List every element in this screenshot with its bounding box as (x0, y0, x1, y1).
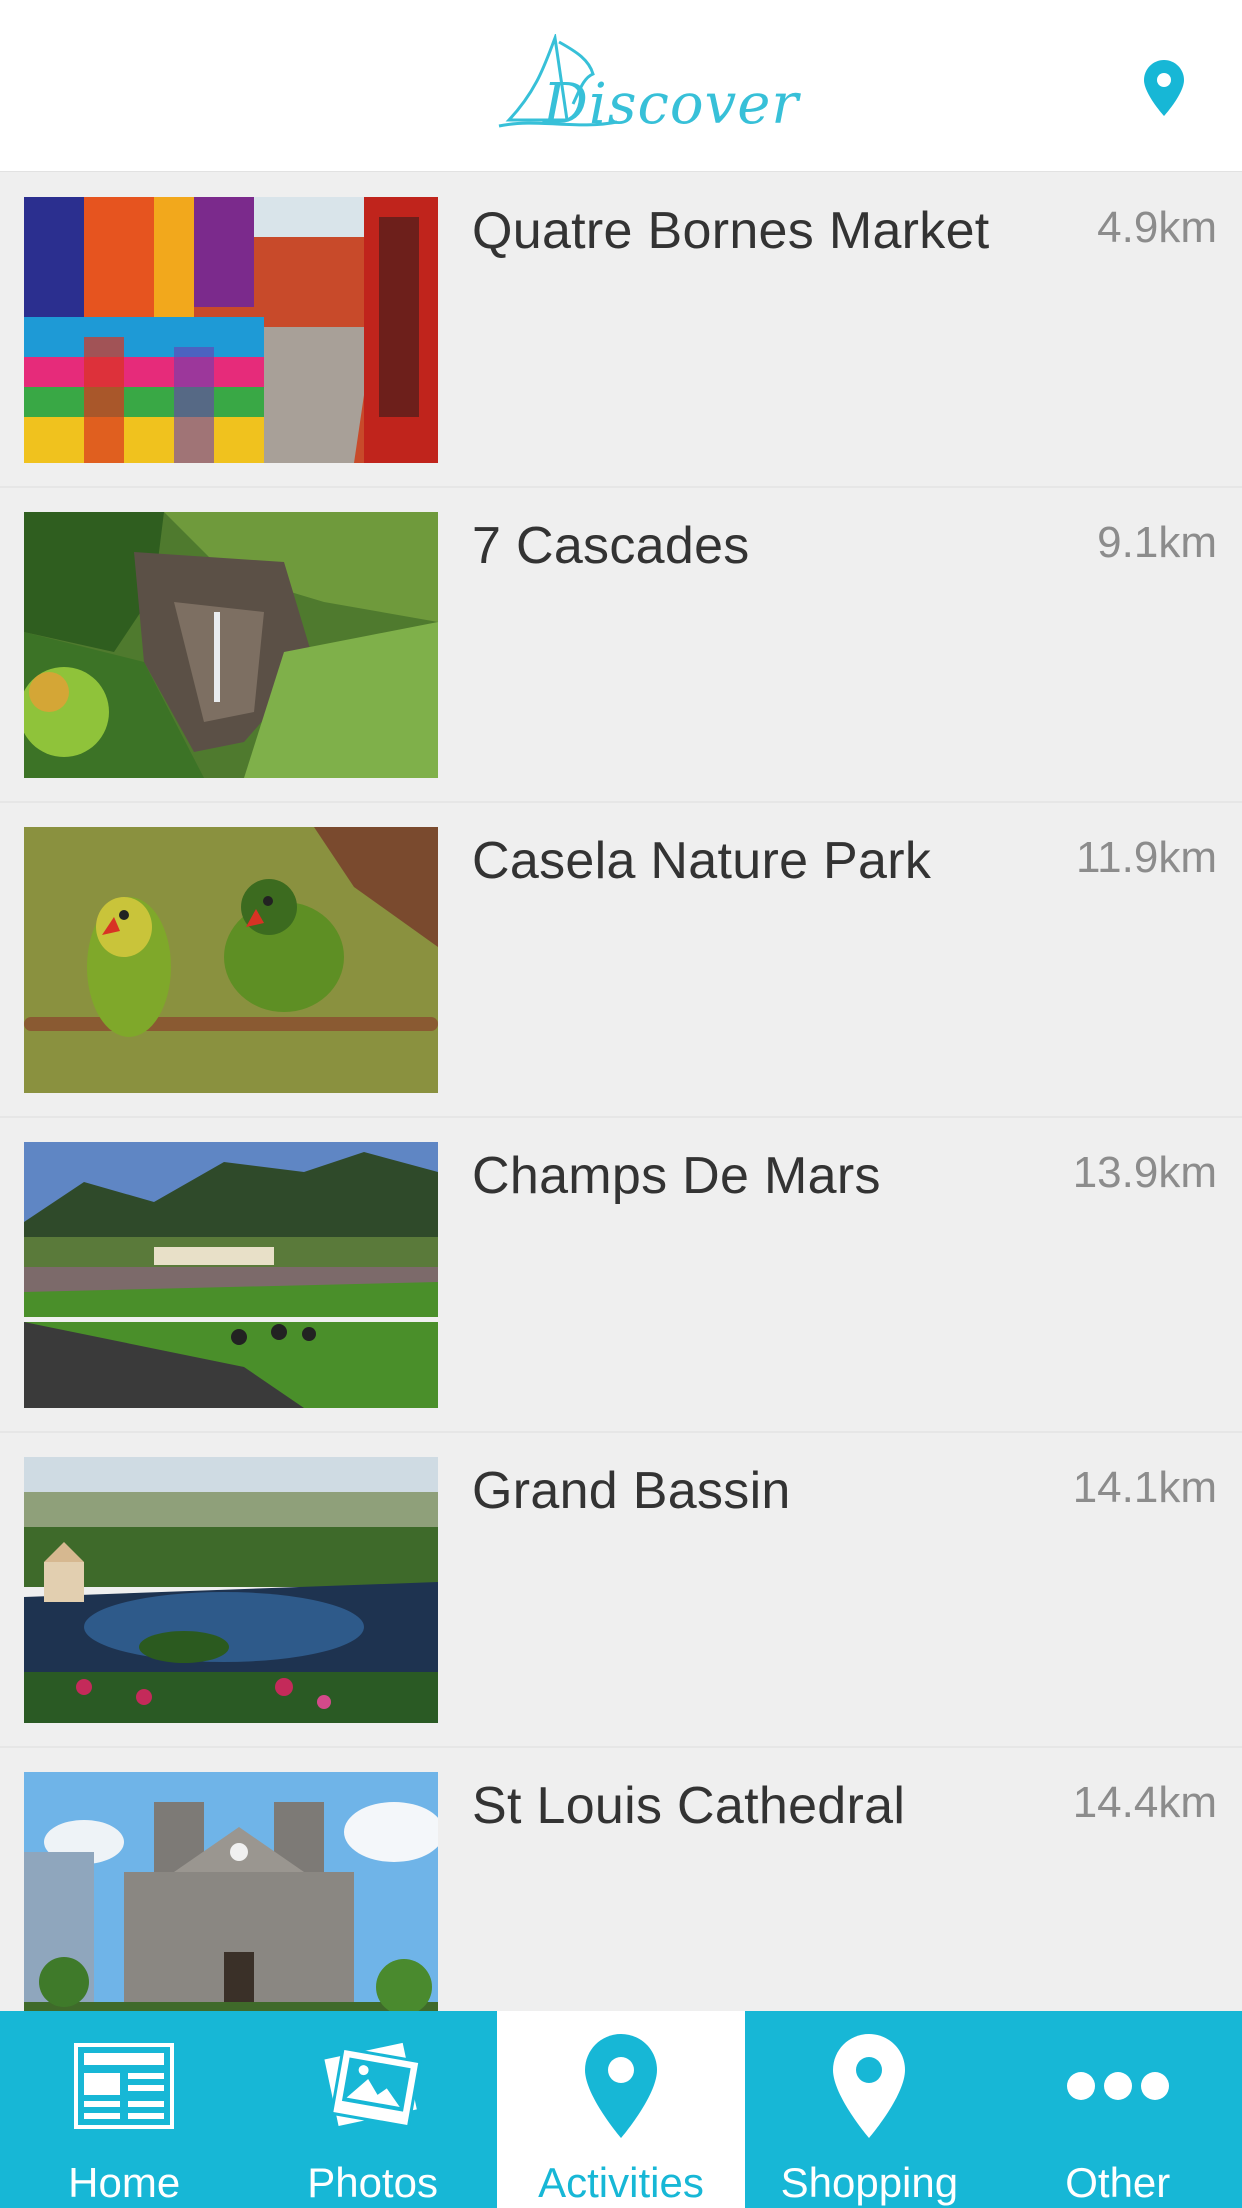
location-pin-icon (814, 2031, 924, 2141)
location-pin-icon (1144, 60, 1184, 116)
place-photo (24, 1457, 438, 1723)
tab-label: Photos (307, 2159, 438, 2206)
places-list: Quatre Bornes Market 4.9km 7 Cascades 9.… (0, 173, 1242, 2011)
place-photo (24, 827, 438, 1093)
place-distance: 13.9km (1072, 1148, 1217, 1197)
tab-photos[interactable]: Photos (248, 2011, 496, 2208)
tab-label: Other (1065, 2159, 1171, 2206)
place-distance: 4.9km (1097, 203, 1217, 252)
place-photo (24, 512, 438, 778)
place-distance: 14.4km (1072, 1778, 1217, 1827)
place-name: Grand Bassin (472, 1462, 791, 1520)
list-item[interactable]: Champs De Mars 13.9km (0, 1118, 1242, 1433)
place-name: Champs De Mars (472, 1147, 881, 1205)
place-name: 7 Cascades (472, 517, 750, 575)
tab-label: Home (68, 2159, 181, 2206)
place-photo (24, 1772, 438, 2011)
place-name: Casela Nature Park (472, 832, 932, 890)
place-photo (24, 197, 438, 463)
place-name: Quatre Bornes Market (472, 202, 990, 260)
place-photo (24, 1142, 438, 1408)
discover-logo: Discover (497, 32, 798, 138)
location-pin-icon (566, 2031, 676, 2141)
more-dots-icon (1063, 2031, 1173, 2141)
tab-other[interactable]: Other (994, 2011, 1242, 2208)
newspaper-icon (69, 2031, 179, 2141)
location-button[interactable] (1144, 60, 1184, 116)
tab-label: Activities (538, 2159, 704, 2206)
tab-home[interactable]: Home (0, 2011, 248, 2208)
photos-icon (318, 2031, 428, 2141)
list-item[interactable]: Grand Bassin 14.1km (0, 1433, 1242, 1748)
logo-text: Discover (543, 72, 800, 137)
tab-shopping[interactable]: Shopping (745, 2011, 993, 2208)
list-item[interactable]: Casela Nature Park 11.9km (0, 803, 1242, 1118)
list-item[interactable]: 7 Cascades 9.1km (0, 488, 1242, 803)
tab-label: Shopping (780, 2159, 959, 2206)
app-header: Discover (0, 0, 1242, 172)
place-distance: 14.1km (1072, 1463, 1217, 1512)
tab-activities[interactable]: Activities (496, 2011, 746, 2208)
bottom-tab-bar: Home Photos Activities Shopping Other (0, 2011, 1242, 2208)
list-item[interactable]: St Louis Cathedral 14.4km (0, 1748, 1242, 2011)
place-name: St Louis Cathedral (472, 1777, 906, 1835)
place-distance: 11.9km (1075, 833, 1217, 882)
place-distance: 9.1km (1097, 518, 1217, 567)
list-item[interactable]: Quatre Bornes Market 4.9km (0, 173, 1242, 488)
